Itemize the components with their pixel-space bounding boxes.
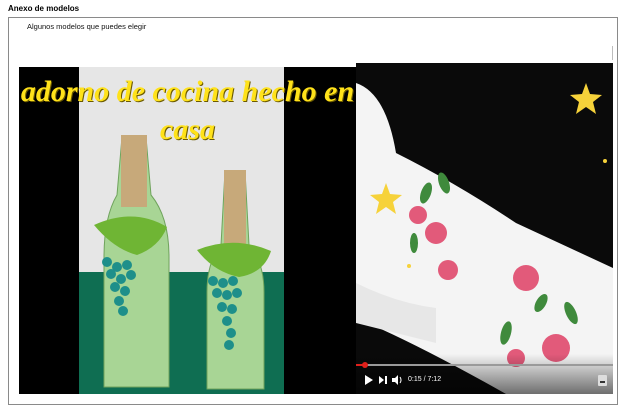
video-thumbnail[interactable]: 0:15 / 7:12 xyxy=(356,63,613,394)
progress-bar[interactable] xyxy=(356,361,613,369)
overlay-title-line1: adorno de cocina hecho en xyxy=(20,75,355,108)
caption: Algunos modelos que puedes elegir xyxy=(27,22,147,31)
next-icon[interactable] xyxy=(378,375,388,385)
video-controls: 0:15 / 7:12 xyxy=(356,354,613,394)
overlay-title-line2: casa xyxy=(160,113,215,146)
play-icon[interactable] xyxy=(364,375,374,385)
settings-icon[interactable] xyxy=(598,375,607,386)
section-title: Anexo de modelos xyxy=(8,4,80,13)
video-time: 0:15 / 7:12 xyxy=(408,376,442,383)
volume-icon[interactable] xyxy=(392,375,403,385)
photo-bottles-grapes: adorno de cocina hecho en casa xyxy=(19,67,356,394)
document-frame: Algunos modelos que puedes elegir adorno… xyxy=(8,17,618,405)
decoupage-bottle-illustration xyxy=(356,63,613,394)
scrollbar[interactable] xyxy=(612,46,617,60)
